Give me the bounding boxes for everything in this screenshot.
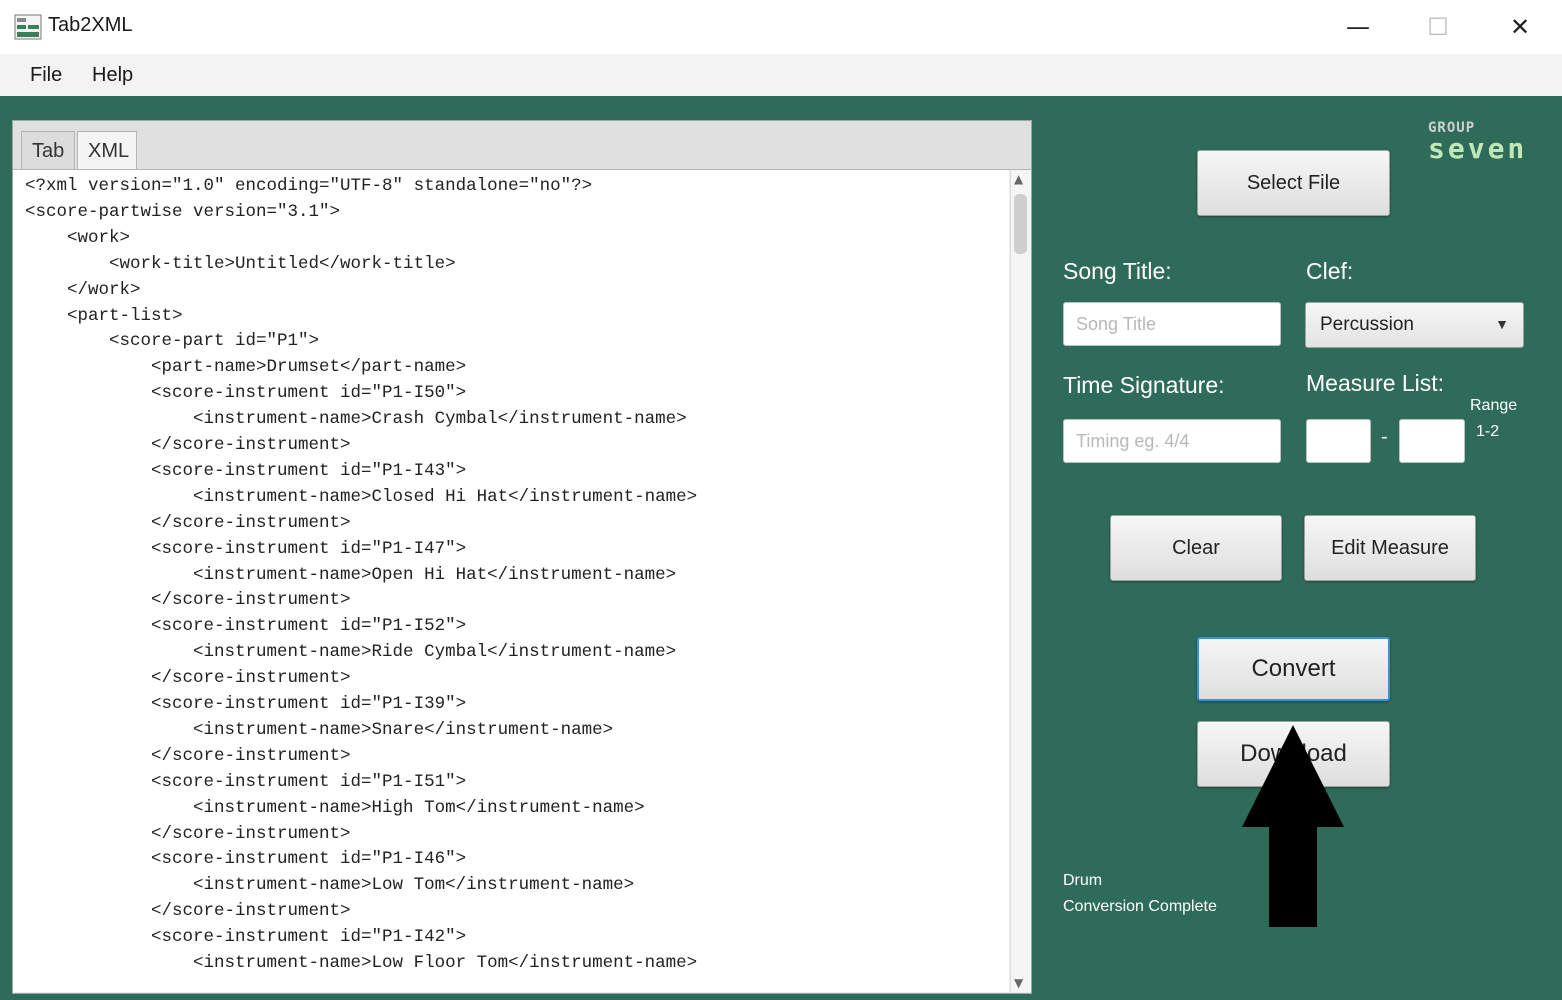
select-file-button[interactable]: Select File (1197, 150, 1390, 216)
edit-measure-button[interactable]: Edit Measure (1304, 515, 1476, 581)
main-panel: Tab XML <?xml version="1.0" encoding="UT… (0, 96, 1562, 1000)
code-line: <instrument-name>Snare</instrument-name> (25, 719, 614, 740)
app-icon (14, 14, 42, 40)
scrollbar-thumb[interactable] (1014, 194, 1027, 254)
minimize-button[interactable]: — (1318, 0, 1398, 54)
menu-bar: File Help (0, 54, 1562, 97)
clef-select[interactable]: Percussion ▼ (1305, 302, 1524, 348)
minimize-icon: — (1346, 13, 1370, 41)
code-line: <instrument-name>Open Hi Hat</instrument… (25, 564, 677, 585)
code-line: </score-instrument> (25, 823, 351, 844)
code-line: <score-instrument id="P1-I51"> (25, 771, 467, 792)
code-line: <score-partwise version="3.1"> (25, 201, 341, 222)
logo-bottom-text: seven (1428, 132, 1528, 165)
status-line-2: Conversion Complete (1063, 898, 1217, 915)
code-line: <part-name>Drumset</part-name> (25, 357, 467, 378)
measure-to-input[interactable] (1399, 419, 1465, 463)
close-icon: ✕ (1509, 13, 1531, 41)
code-line: <score-instrument id="P1-I52"> (25, 616, 467, 637)
code-line: <?xml version="1.0" encoding="UTF-8" sta… (25, 176, 593, 196)
code-line: </score-instrument> (25, 745, 351, 766)
scroll-up-icon[interactable]: ▲ (1014, 172, 1023, 186)
code-line: </score-instrument> (25, 590, 351, 611)
code-line: </work> (25, 279, 141, 300)
group-seven-logo: GROUP seven (1428, 120, 1534, 165)
maximize-button[interactable]: ☐ (1398, 0, 1478, 54)
chevron-down-icon: ▼ (1495, 316, 1509, 332)
clef-select-value: Percussion (1320, 314, 1414, 335)
code-line: <work-title>Untitled</work-title> (25, 253, 456, 274)
code-line: <score-part id="P1"> (25, 331, 320, 352)
clef-label: Clef: (1306, 258, 1354, 284)
code-line: <score-instrument id="P1-I42"> (25, 927, 467, 948)
xml-editor[interactable]: <?xml version="1.0" encoding="UTF-8" sta… (13, 170, 1009, 992)
code-line: <score-instrument id="P1-I47"> (25, 538, 467, 559)
code-line: </score-instrument> (25, 668, 351, 689)
code-line: <score-instrument id="P1-I50"> (25, 383, 467, 404)
clear-button[interactable]: Clear (1110, 515, 1282, 581)
code-line: <instrument-name>Low Floor Tom</instrume… (25, 953, 698, 973)
code-line: </score-instrument> (25, 435, 351, 455)
measure-range-dash: - (1381, 426, 1388, 448)
convert-button[interactable]: Convert (1197, 637, 1390, 701)
scroll-down-icon[interactable]: ▼ (1014, 976, 1023, 990)
time-signature-label: Time Signature: (1063, 372, 1225, 398)
code-line: <instrument-name>Closed Hi Hat</instrume… (25, 486, 698, 507)
status-line-1: Drum (1063, 872, 1103, 889)
range-value: 1-2 (1476, 423, 1500, 440)
code-line: <instrument-name>Ride Cymbal</instrument… (25, 642, 677, 663)
title-bar: Tab2XML — ☐ ✕ (0, 0, 1562, 54)
measure-from-input[interactable] (1306, 419, 1371, 463)
code-line: <part-list> (25, 305, 183, 326)
code-line: <instrument-name>Low Tom</instrument-nam… (25, 875, 635, 896)
range-label: Range (1470, 397, 1518, 414)
code-line: <score-instrument id="P1-I46"> (25, 849, 467, 870)
song-title-input[interactable] (1063, 302, 1281, 346)
window-title: Tab2XML (48, 14, 133, 36)
measure-list-label: Measure List: (1306, 370, 1445, 396)
code-line: <score-instrument id="P1-I39"> (25, 694, 467, 714)
code-line: </score-instrument> (25, 901, 351, 922)
song-title-label: Song Title: (1063, 258, 1172, 284)
code-line: <instrument-name>High Tom</instrument-na… (25, 797, 645, 818)
tab-xml[interactable]: XML (77, 131, 137, 169)
menu-help[interactable]: Help (92, 64, 133, 87)
time-signature-input[interactable] (1063, 419, 1281, 463)
code-line: <instrument-name>Crash Cymbal</instrumen… (25, 409, 687, 430)
status-text: Drum Conversion Complete (1063, 868, 1217, 920)
editor-scrollbar[interactable]: ▲ ▼ (1010, 170, 1031, 992)
maximize-icon: ☐ (1427, 13, 1449, 41)
editor-pane: Tab XML <?xml version="1.0" encoding="UT… (12, 120, 1032, 994)
tab-strip: Tab XML (13, 121, 1031, 170)
up-arrow-overlay (1242, 725, 1344, 927)
code-line: <work> (25, 227, 131, 248)
close-button[interactable]: ✕ (1480, 0, 1560, 54)
code-line: </score-instrument> (25, 512, 351, 533)
menu-file[interactable]: File (30, 64, 62, 87)
code-line: <score-instrument id="P1-I43"> (25, 460, 467, 481)
tab-tab[interactable]: Tab (21, 131, 75, 169)
